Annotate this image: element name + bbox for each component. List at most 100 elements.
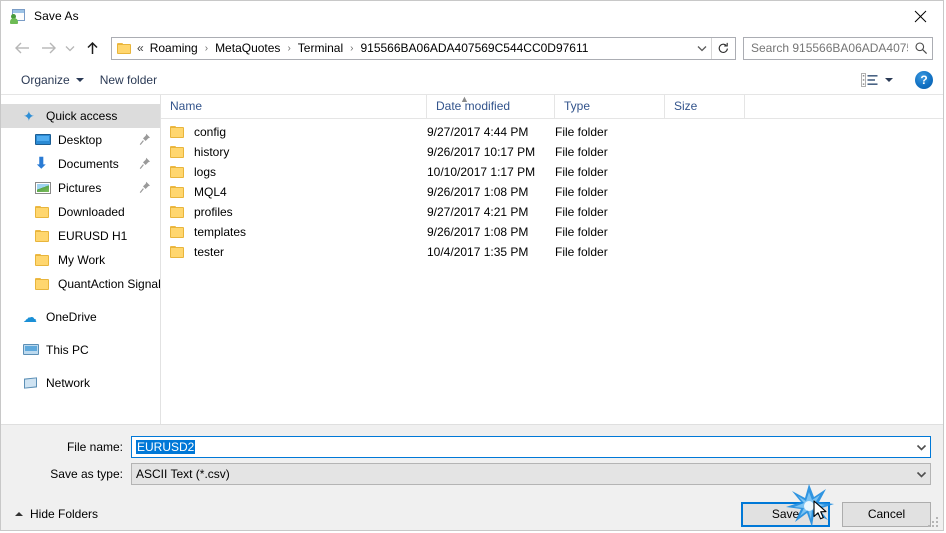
organize-button[interactable]: Organize [13,69,92,91]
sidebar-item-quick-access[interactable]: ✦ Quick access [1,104,160,128]
sidebar-item-network[interactable]: Network [1,371,160,395]
forward-button[interactable] [35,35,61,61]
help-button[interactable]: ? [915,70,933,89]
resize-grip-icon[interactable] [928,516,940,528]
breadcrumb-separator[interactable]: › [346,43,357,54]
sidebar-item-my-work[interactable]: My Work [1,248,160,272]
back-button[interactable] [9,35,35,61]
sidebar-item-pictures[interactable]: Pictures [1,176,160,200]
folder-icon [117,42,132,55]
sidebar-item-downloaded[interactable]: Downloaded [1,200,160,224]
pin-icon [139,181,151,194]
file-name-input[interactable]: EURUSD2 [136,440,196,454]
column-header-date-modified[interactable]: Date modified [427,95,555,118]
table-row[interactable]: templates 9/26/2017 1:08 PM File folder [161,222,943,242]
sidebar-item-label: Network [46,376,91,390]
file-name-label: templates [194,225,247,239]
dialog-body: ✦ Quick access Desktop ⬇ Documents Pictu… [1,95,943,424]
column-header-name[interactable]: Name [161,95,427,118]
table-row[interactable]: tester 10/4/2017 1:35 PM File folder [161,242,943,262]
save-as-type-row: Save as type: ASCII Text (*.csv) [1,463,943,485]
file-name-label: profiles [194,205,233,219]
file-name-label: tester [194,245,225,259]
pin-icon [139,157,151,170]
folder-icon [170,185,186,199]
chevron-down-icon [885,78,893,82]
navigation-pane: ✦ Quick access Desktop ⬇ Documents Pictu… [1,95,161,424]
table-row[interactable]: history 9/26/2017 10:17 PM File folder [161,142,943,162]
onedrive-icon: ☁ [23,309,37,325]
dialog-footer: File name: EURUSD2 Save as type: ASCII T… [1,424,943,530]
chevron-down-icon [75,78,84,82]
file-name-cell: history [161,145,427,159]
sidebar-item-label: OneDrive [46,310,97,324]
sidebar-item-quantaction-signal[interactable]: QuantAction Signal [1,272,160,296]
folder-icon [170,205,186,219]
chevron-down-icon [916,471,927,478]
magnifier-icon [910,38,932,59]
sidebar-item-onedrive[interactable]: ☁ OneDrive [1,305,160,329]
table-row[interactable]: logs 10/10/2017 1:17 PM File folder [161,162,943,182]
search-box[interactable] [743,36,933,60]
search-input[interactable] [744,41,910,55]
breadcrumb-separator[interactable]: › [201,43,212,54]
save-as-type-dropdown-button[interactable] [913,464,930,484]
file-name-value[interactable]: EURUSD2 [132,440,913,454]
breadcrumb-lead[interactable]: « [136,39,147,57]
sidebar-item-label: Downloaded [58,205,125,219]
view-list-icon [861,72,878,87]
sidebar-item-label: Pictures [58,181,102,195]
recent-locations-button[interactable] [61,35,79,61]
address-bar[interactable]: « Roaming › MetaQuotes › Terminal › 9155… [111,36,736,60]
breadcrumb-item-metaquotes[interactable]: MetaQuotes [212,39,283,57]
file-name-row: File name: EURUSD2 [1,436,943,458]
file-type-cell: File folder [555,245,608,259]
window-title: Save As [34,9,79,23]
caret-up-icon [15,512,23,516]
command-bar: Organize New folder ? [1,65,943,95]
chevron-down-icon [697,45,707,51]
new-folder-button[interactable]: New folder [92,69,165,91]
refresh-button[interactable] [711,37,735,59]
folder-icon [35,252,51,268]
address-dropdown-button[interactable] [693,38,711,59]
cancel-button[interactable]: Cancel [842,501,931,527]
folder-icon [170,145,186,159]
folder-icon [35,204,51,220]
arrow-right-icon [41,42,56,54]
up-button[interactable] [79,35,105,61]
save-as-app-icon [10,8,26,24]
toolbar-right-group: ? [855,70,933,90]
close-button[interactable] [897,1,943,31]
sidebar-item-this-pc[interactable]: This PC [1,338,160,362]
save-as-type-combobox[interactable]: ASCII Text (*.csv) [131,463,931,485]
save-button[interactable]: Save [741,501,830,527]
table-row[interactable]: MQL4 9/26/2017 1:08 PM File folder [161,182,943,202]
breadcrumb-item-roaming[interactable]: Roaming [147,39,201,57]
file-name-dropdown-button[interactable] [913,437,930,457]
folder-icon [35,228,51,244]
sidebar-item-documents[interactable]: ⬇ Documents [1,152,160,176]
breadcrumb-item-guid[interactable]: 915566BA06ADA407569C544CC0D97611 [357,39,591,57]
close-icon [914,10,926,22]
sidebar-item-label: EURUSD H1 [58,229,128,243]
column-header-type[interactable]: Type [555,95,665,118]
save-as-dialog: Save As « Roaming › MetaQuotes › Termina… [0,0,944,531]
breadcrumb-separator[interactable]: › [283,43,294,54]
table-row[interactable]: config 9/27/2017 4:44 PM File folder [161,122,943,142]
breadcrumb-item-terminal[interactable]: Terminal [295,39,346,57]
hide-folders-button[interactable]: Hide Folders [13,507,98,521]
table-row[interactable]: profiles 9/27/2017 4:21 PM File folder [161,202,943,222]
change-view-button[interactable] [855,70,899,90]
file-name-cell: templates [161,225,427,239]
file-type-cell: File folder [555,225,608,239]
file-name-combobox[interactable]: EURUSD2 [131,436,931,458]
computer-icon [23,342,39,358]
save-as-type-value: ASCII Text (*.csv) [136,467,230,481]
sidebar-item-eurusd-h1[interactable]: EURUSD H1 [1,224,160,248]
file-date-cell: 9/27/2017 4:44 PM [427,125,529,139]
sidebar-item-desktop[interactable]: Desktop [1,128,160,152]
file-date-cell: 10/10/2017 1:17 PM [427,165,536,179]
column-header-size[interactable]: Size [665,95,745,118]
action-row: Hide Folders Save Cancel [1,490,943,530]
